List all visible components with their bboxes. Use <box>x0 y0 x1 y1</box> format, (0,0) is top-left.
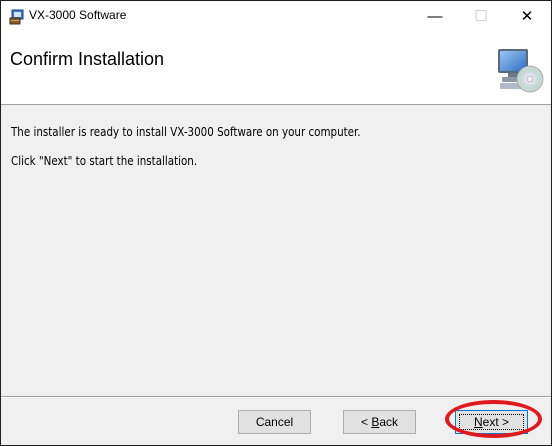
footer-divider <box>1 396 551 398</box>
back-button-accelerator: B <box>371 415 380 429</box>
installer-icon <box>9 9 24 25</box>
window-title: VX-3000 Software <box>29 8 127 22</box>
content-area: The installer is ready to install VX-300… <box>1 105 551 392</box>
header-banner: Confirm Installation <box>1 31 551 105</box>
back-button[interactable]: < Back <box>343 410 416 434</box>
instruction-message: Click "Next" to start the installation. <box>11 154 198 168</box>
focus-ring <box>459 414 524 430</box>
maximize-button[interactable]: ☐ <box>458 1 504 31</box>
maximize-icon: ☐ <box>474 8 488 25</box>
close-button[interactable]: ✕ <box>504 1 550 31</box>
computer-cd-icon <box>498 49 544 93</box>
page-title: Confirm Installation <box>10 49 165 69</box>
ready-message: The installer is ready to install VX-300… <box>11 125 361 139</box>
next-button[interactable]: Next > <box>455 410 528 434</box>
installer-window: VX-3000 Software — ☐ ✕ Confirm Installat… <box>0 0 552 446</box>
close-icon: ✕ <box>520 8 534 25</box>
minimize-icon: — <box>427 7 443 25</box>
back-button-rest: ack <box>379 415 399 429</box>
title-bar[interactable]: VX-3000 Software — ☐ ✕ <box>1 1 551 31</box>
back-button-prefix: < <box>360 415 372 429</box>
minimize-button[interactable]: — <box>412 1 458 31</box>
cancel-button[interactable]: Cancel <box>238 410 311 434</box>
